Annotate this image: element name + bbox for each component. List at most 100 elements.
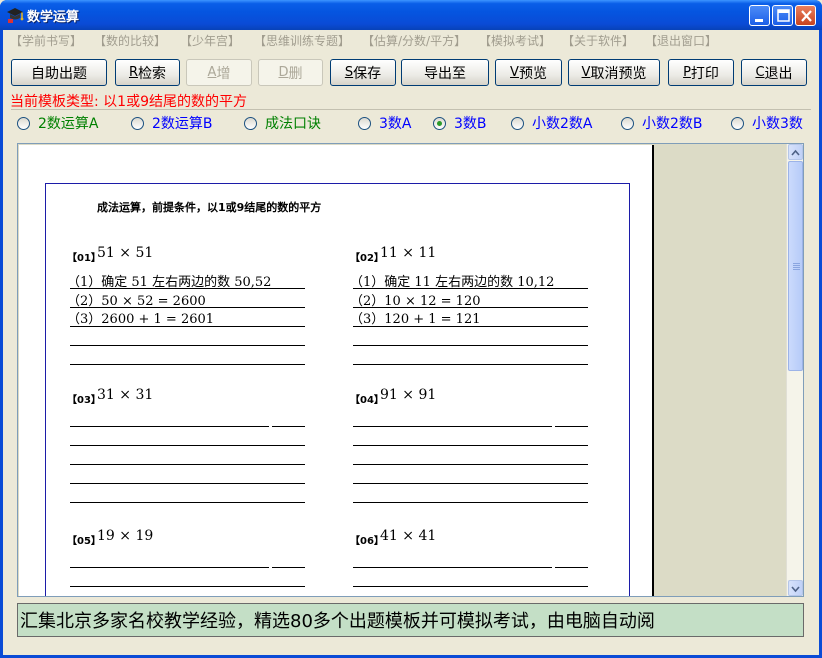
close-button[interactable] xyxy=(795,5,816,26)
menu-number-compare[interactable]: 【数的比较】 xyxy=(94,32,166,49)
grip-line xyxy=(793,263,800,264)
radio-dot xyxy=(17,116,30,130)
menu-preschool-writing[interactable]: 【学前书写】 xyxy=(10,32,82,49)
minimize-button[interactable] xyxy=(749,5,770,26)
menu-exit-window[interactable]: 【退出窗口】 xyxy=(645,32,717,49)
answer-line xyxy=(353,426,552,427)
answer-line xyxy=(555,567,588,568)
radio-dot-selected xyxy=(433,116,446,130)
delete-button[interactable]: D删 xyxy=(258,59,323,86)
save-label: 保存 xyxy=(353,65,382,82)
search-button[interactable]: R 检索 xyxy=(115,59,180,86)
template-type-label: 当前模板类型: 以1或9结尾的数的平方 xyxy=(10,94,247,110)
worksheet-frame: 成法运算，前提条件，以1或9结尾的数的平方 【01】 51 × 51 （1）确定… xyxy=(45,183,630,596)
answer-line xyxy=(70,502,305,503)
status-marquee: 汇集北京多家名校教学经验，精选80多个出题模板并可模拟考试，由电脑自动阅 xyxy=(17,603,804,637)
answer-line xyxy=(555,426,588,427)
grip-line xyxy=(793,267,800,268)
problem-number: 【05】 xyxy=(67,536,101,547)
problem-expression: 19 × 19 xyxy=(97,528,154,544)
preview-pane[interactable]: 成法运算，前提条件，以1或9结尾的数的平方 【01】 51 × 51 （1）确定… xyxy=(17,143,804,597)
maximize-icon xyxy=(777,9,790,22)
client-area: 【学前书写】 【数的比较】 【少年宫】 【思维训练专题】 【估算/分数/平方】 … xyxy=(3,30,819,655)
vertical-scrollbar[interactable] xyxy=(786,144,803,596)
answer-line xyxy=(70,345,305,346)
graduation-cap-icon xyxy=(7,8,24,23)
worksheet-page: 成法运算，前提条件，以1或9结尾的数的平方 【01】 51 × 51 （1）确定… xyxy=(19,145,654,596)
radio-label: 3数B xyxy=(454,116,487,132)
problem-expression: 91 × 91 xyxy=(380,387,437,403)
answer-line xyxy=(353,567,552,568)
answer-line xyxy=(70,586,305,587)
arrow-down-icon xyxy=(791,586,800,593)
preview-button[interactable]: V 预览 xyxy=(495,59,562,86)
exit-button[interactable]: C 退出 xyxy=(741,59,807,86)
radio-dot xyxy=(511,116,524,130)
radio-decimal-2num-b[interactable]: 小数2数B xyxy=(621,114,703,132)
radio-3num-a[interactable]: 3数A xyxy=(358,114,411,132)
grip-line xyxy=(793,269,800,270)
problem-expression: 51 × 51 xyxy=(97,245,154,261)
menu-youth-palace[interactable]: 【少年宫】 xyxy=(180,32,240,49)
title-bar[interactable]: 数学运算 xyxy=(0,0,822,30)
add-button[interactable]: A增 xyxy=(186,59,252,86)
radio-label: 小数2数A xyxy=(532,116,593,132)
scroll-thumb[interactable] xyxy=(788,161,803,371)
answer-line xyxy=(70,364,305,365)
radio-dot xyxy=(131,116,144,130)
cancel-preview-button[interactable]: V 取消预览 xyxy=(568,59,660,86)
auto-generate-label: 自助出题 xyxy=(31,65,87,82)
export-label: 导出至 xyxy=(424,65,466,82)
cancel-preview-mnemonic: V xyxy=(581,65,591,80)
radio-3num-b[interactable]: 3数B xyxy=(433,114,487,132)
exit-mnemonic: C xyxy=(755,65,765,80)
answer-line xyxy=(70,445,305,446)
exit-label: 退出 xyxy=(764,65,793,82)
auto-generate-button[interactable]: 自助出题 xyxy=(11,59,107,86)
preview-mnemonic: V xyxy=(510,65,519,80)
answer-line xyxy=(272,567,305,568)
maximize-button[interactable] xyxy=(772,5,793,26)
scroll-down-button[interactable] xyxy=(788,580,803,596)
radio-2num-b[interactable]: 2数运算B xyxy=(131,114,213,132)
radio-dot xyxy=(621,116,634,130)
answer-line xyxy=(353,445,588,446)
answer-line xyxy=(353,364,588,365)
answer-line xyxy=(70,288,305,289)
save-mnemonic: S xyxy=(344,65,354,80)
radio-label: 3数A xyxy=(379,116,412,132)
menu-about[interactable]: 【关于软件】 xyxy=(562,32,634,49)
problem-number: 【02】 xyxy=(350,253,384,264)
answer-line xyxy=(353,288,588,289)
answer-line xyxy=(70,567,269,568)
search-label: 检索 xyxy=(138,65,167,82)
export-button[interactable]: 导出至 xyxy=(401,59,489,86)
menu-estimate-fraction[interactable]: 【估算/分数/平方】 xyxy=(362,32,466,49)
menu-thinking-training[interactable]: 【思维训练专题】 xyxy=(254,32,350,49)
radio-multiplication-table[interactable]: 成法口诀 xyxy=(244,114,321,132)
radio-decimal-3num[interactable]: 小数3数 xyxy=(731,114,803,132)
radio-decimal-2num-a[interactable]: 小数2数A xyxy=(511,114,592,132)
problem-number: 【04】 xyxy=(350,395,384,406)
close-icon xyxy=(801,10,812,22)
save-button[interactable]: S 保存 xyxy=(330,59,396,86)
add-mnemonic: A xyxy=(207,65,217,80)
problem-step: （3）2600 + 1 = 2601 xyxy=(67,312,215,327)
answer-line xyxy=(353,326,588,327)
answer-line xyxy=(353,483,588,484)
delete-label: 删 xyxy=(288,65,303,82)
menu-bar: 【学前书写】 【数的比较】 【少年宫】 【思维训练专题】 【估算/分数/平方】 … xyxy=(3,30,819,50)
answer-line xyxy=(70,426,269,427)
radio-label: 小数3数 xyxy=(752,116,803,132)
window-title: 数学运算 xyxy=(27,10,80,25)
problem-expression: 41 × 41 xyxy=(380,528,437,544)
print-button[interactable]: P 打印 xyxy=(668,59,734,86)
radio-2num-a[interactable]: 2数运算A xyxy=(17,114,98,132)
radio-label: 小数2数B xyxy=(642,116,703,132)
menu-mock-exam[interactable]: 【模拟考试】 xyxy=(479,32,551,49)
answer-line xyxy=(353,464,588,465)
worksheet-title: 成法运算，前提条件，以1或9结尾的数的平方 xyxy=(97,201,322,214)
app-window: 数学运算 【学前书写】 【数的比较】 【少年宫】 【思维训练专题】 【估算/分数… xyxy=(0,0,822,658)
radio-dot xyxy=(731,116,744,130)
scroll-up-button[interactable] xyxy=(788,144,803,160)
